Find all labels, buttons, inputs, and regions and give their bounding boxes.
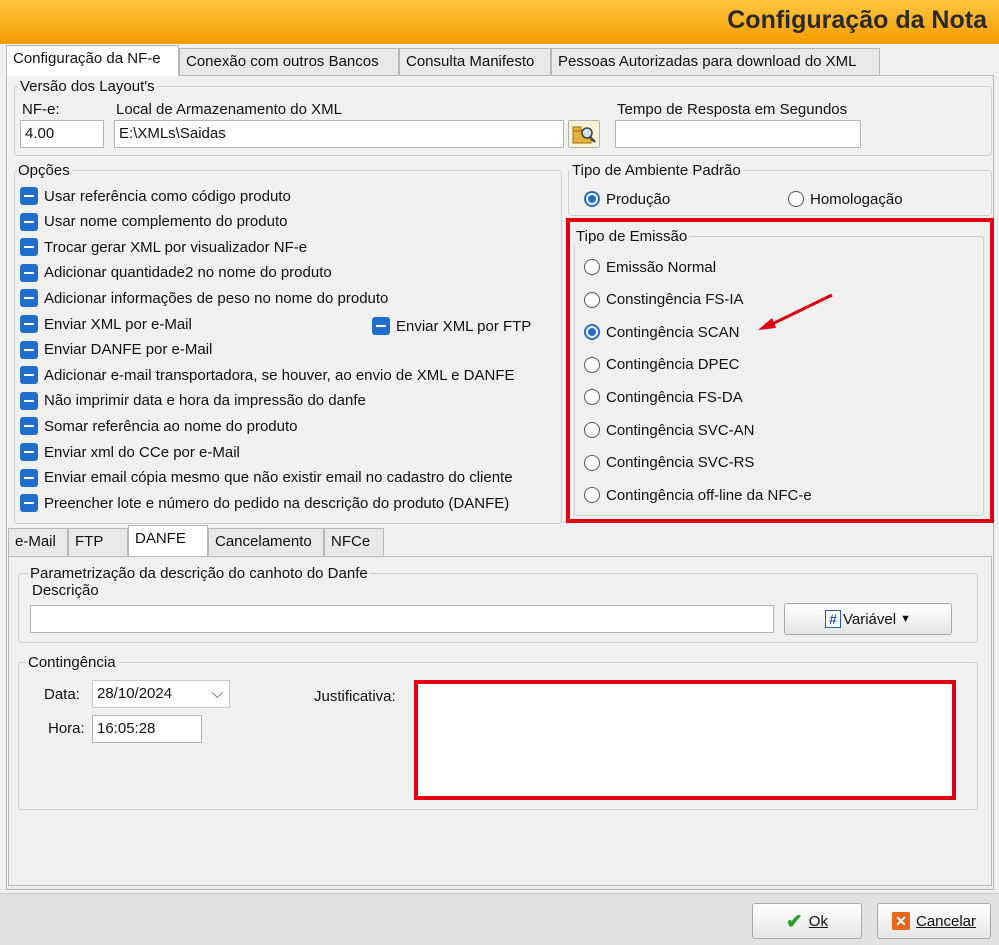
dropdown-arrow-icon: ▼ xyxy=(900,613,911,625)
chevron-down-icon[interactable]: ⌵ xyxy=(212,681,223,707)
cancel-x-icon: ✕ xyxy=(891,912,910,930)
option-label: Adicionar quantidade2 no nome do produto xyxy=(44,264,332,282)
option-checkbox[interactable]: Usar referência como código produto xyxy=(20,185,291,207)
description-input[interactable] xyxy=(30,605,774,633)
option-label: Trocar gerar XML por visualizador NF-e xyxy=(44,238,308,256)
time-input[interactable]: 16:05:28 xyxy=(92,715,202,743)
checkbox-indicator xyxy=(20,468,38,487)
option-checkbox[interactable]: Enviar XML por e-Mail xyxy=(20,313,192,335)
radio-indicator xyxy=(788,191,804,207)
option-label: Usar referência como código produto xyxy=(44,187,291,205)
main-tabs: Configuração da NF-e Conexão com outros … xyxy=(6,45,880,76)
checkbox-indicator xyxy=(20,238,38,257)
variable-button[interactable]: # Variável ▼ xyxy=(784,603,952,635)
red-arrow-annotation xyxy=(758,293,833,330)
contingency-legend: Contingência xyxy=(26,654,118,671)
checkbox-indicator xyxy=(20,417,38,436)
response-time-label: Tempo de Resposta em Segundos xyxy=(617,101,848,118)
option-checkbox[interactable]: Adicionar informações de peso no nome do… xyxy=(20,287,388,309)
time-label: Hora: xyxy=(48,720,85,737)
option-checkbox[interactable]: Enviar DANFE por e-Mail xyxy=(20,339,212,361)
option-label: Adicionar informações de peso no nome do… xyxy=(44,289,389,307)
browse-folder-button[interactable] xyxy=(568,120,600,148)
option-label: Enviar email cópia mesmo que não existir… xyxy=(44,469,513,487)
send-xml-ftp-label: Enviar XML por FTP xyxy=(396,317,532,335)
variable-button-label: Variável xyxy=(843,610,897,628)
sub-tabs: e-Mail FTP DANFE Cancelamento NFCe xyxy=(8,525,384,556)
checkbox-indicator xyxy=(20,443,38,461)
cancel-button[interactable]: ✕ Cancelar xyxy=(877,903,991,939)
subtab-danfe[interactable]: DANFE xyxy=(128,525,208,556)
option-checkbox[interactable]: Enviar xml do CCe por e-Mail xyxy=(20,441,240,463)
layout-versions-legend: Versão dos Layout's xyxy=(18,78,157,95)
option-checkbox[interactable]: Somar referência ao nome do produto xyxy=(20,415,297,437)
checkbox-indicator xyxy=(20,212,38,231)
tab-conexao-bancos[interactable]: Conexão com outros Bancos xyxy=(179,48,399,76)
checkbox-indicator xyxy=(20,315,38,333)
options-legend: Opções xyxy=(16,162,72,179)
option-label: Enviar XML por e-Mail xyxy=(44,315,192,333)
option-checkbox[interactable]: Adicionar e-mail transportadora, se houv… xyxy=(20,364,515,386)
date-picker[interactable]: 28/10/2024 ⌵ xyxy=(92,680,230,708)
nfe-version-label: NF-e: xyxy=(22,101,60,118)
folder-search-icon xyxy=(572,126,596,144)
subtab-nfce[interactable]: NFCe xyxy=(324,528,384,556)
checkmark-icon: ✔ xyxy=(786,910,803,933)
checkbox-indicator xyxy=(20,494,38,513)
send-xml-ftp-checkbox[interactable]: Enviar XML por FTP xyxy=(372,315,531,337)
date-value: 28/10/2024 xyxy=(97,685,173,702)
storage-path-input[interactable]: E:\XMLs\Saidas xyxy=(114,120,564,148)
danfe-legend: Parametrização da descrição do canhoto d… xyxy=(28,565,370,582)
radio-homologacao[interactable]: Homologação xyxy=(788,188,903,210)
subtab-ftp[interactable]: FTP xyxy=(68,528,128,556)
ok-button-label: Ok xyxy=(808,912,828,930)
radio-producao[interactable]: Produção xyxy=(584,188,670,210)
option-label: Preencher lote e número do pedido na des… xyxy=(44,494,510,512)
option-checkbox[interactable]: Trocar gerar XML por visualizador NF-e xyxy=(20,236,307,258)
radio-producao-label: Produção xyxy=(606,190,671,208)
justification-label: Justificativa: xyxy=(314,688,396,705)
option-label: Somar referência ao nome do produto xyxy=(44,417,298,435)
environment-legend: Tipo de Ambiente Padrão xyxy=(570,162,743,179)
option-checkbox[interactable]: Preencher lote e número do pedido na des… xyxy=(20,492,509,514)
title-bar: Configuração da Nota xyxy=(0,0,999,44)
storage-label: Local de Armazenamento do XML xyxy=(116,101,342,118)
window-title: Configuração da Nota xyxy=(727,6,987,34)
option-checkbox[interactable]: Usar nome complemento do produto xyxy=(20,211,287,233)
justification-highlight-box xyxy=(414,680,956,800)
subtab-cancelamento[interactable]: Cancelamento xyxy=(208,528,324,556)
hash-icon: # xyxy=(825,610,841,628)
nfe-version-input[interactable]: 4.00 xyxy=(20,120,104,148)
option-checkbox[interactable]: Não imprimir data e hora da impressão do… xyxy=(20,390,366,412)
option-checkbox[interactable]: Enviar email cópia mesmo que não existir… xyxy=(20,467,513,489)
subtab-email[interactable]: e-Mail xyxy=(8,528,68,556)
tab-consulta-manifesto[interactable]: Consulta Manifesto xyxy=(399,48,551,76)
emission-highlight-box xyxy=(566,218,994,523)
checkbox-indicator xyxy=(20,340,38,359)
checkbox-indicator xyxy=(20,289,38,308)
option-label: Enviar xml do CCe por e-Mail xyxy=(44,443,240,461)
tab-pessoas-autorizadas[interactable]: Pessoas Autorizadas para download do XML xyxy=(551,48,880,76)
checkbox-indicator xyxy=(20,187,38,205)
option-label: Não imprimir data e hora da impressão do… xyxy=(44,392,366,410)
checkbox-indicator xyxy=(20,366,38,385)
checkbox-indicator xyxy=(372,317,390,335)
date-label: Data: xyxy=(44,686,80,703)
radio-indicator xyxy=(584,191,600,207)
ok-button[interactable]: ✔ Ok xyxy=(752,903,862,939)
description-label: Descrição xyxy=(32,582,99,599)
tab-configuracao-nfe[interactable]: Configuração da NF-e xyxy=(6,45,179,76)
option-label: Enviar DANFE por e-Mail xyxy=(44,341,213,359)
cancel-button-label: Cancelar xyxy=(915,912,977,930)
option-label: Adicionar e-mail transportadora, se houv… xyxy=(44,366,515,384)
radio-homologacao-label: Homologação xyxy=(810,190,903,208)
option-checkbox[interactable]: Adicionar quantidade2 no nome do produto xyxy=(20,262,332,284)
checkbox-indicator xyxy=(20,391,38,410)
option-label: Usar nome complemento do produto xyxy=(44,213,288,231)
response-time-input[interactable] xyxy=(615,120,861,148)
checkbox-indicator xyxy=(20,263,38,282)
